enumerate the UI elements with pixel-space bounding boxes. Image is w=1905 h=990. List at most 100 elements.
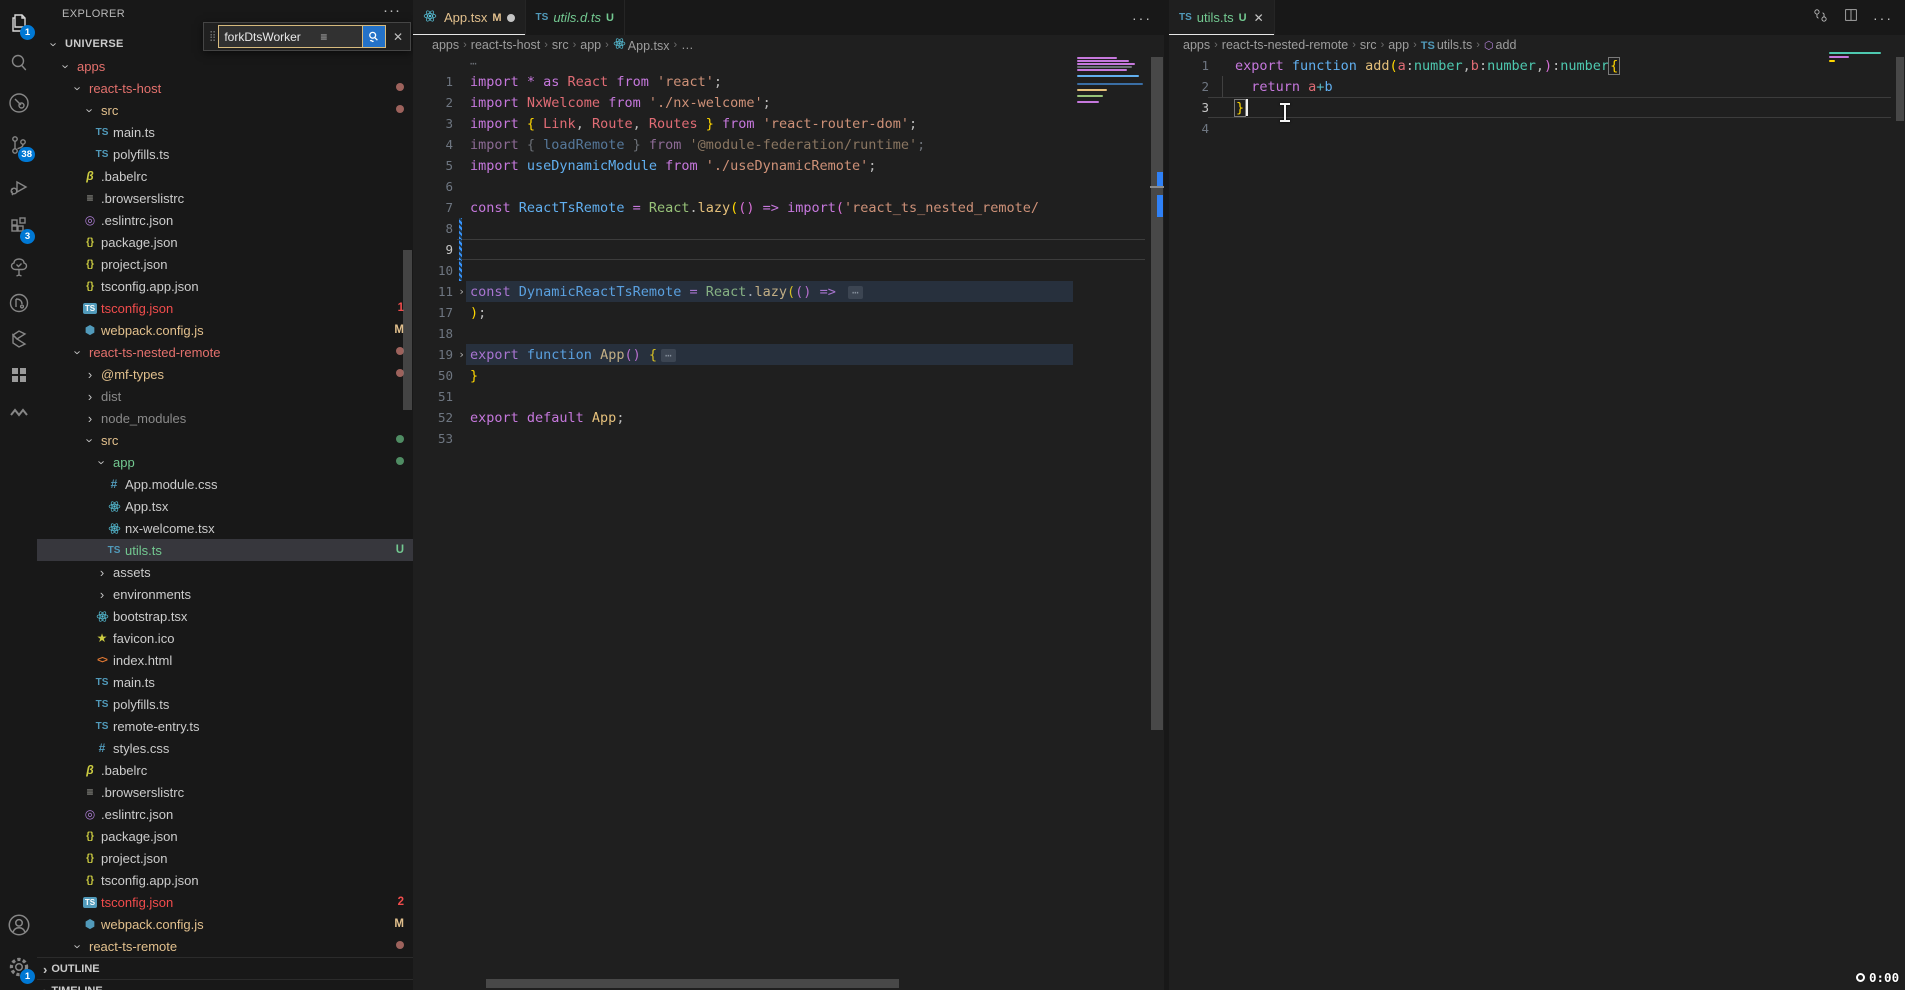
wave-logo-icon[interactable]	[0, 394, 37, 432]
code-editor-left[interactable]: ⋯1import * as React from 'react';2import…	[413, 55, 1164, 449]
tree-item-tsconfig.app.json[interactable]: {}tsconfig.app.json	[37, 275, 413, 297]
code-line-7[interactable]: 7const ReactTsRemote = React.lazy(() => …	[413, 197, 1164, 218]
code-line-10[interactable]: 10	[413, 260, 1164, 281]
fuzzy-search-button[interactable]	[363, 25, 386, 48]
tree-item-package.json[interactable]: {}package.json	[37, 825, 413, 847]
breadcrumb-item-apps[interactable]: apps	[1183, 38, 1210, 52]
tree-item-utils.ts[interactable]: TSutils.tsU	[37, 539, 413, 561]
breadcrumb-item-apps[interactable]: apps	[432, 38, 459, 52]
drag-handle-icon[interactable]: ⣿	[209, 31, 216, 42]
tree-item-favicon.ico[interactable]: ★favicon.ico	[37, 627, 413, 649]
breadcrumb-item-react-ts-host[interactable]: react-ts-host	[471, 38, 540, 52]
breadcrumb-item-src[interactable]: src	[1360, 38, 1377, 52]
vscrollbar-right[interactable]	[1895, 35, 1905, 990]
code-line-2[interactable]: 2import NxWelcome from './nx-welcome';	[413, 92, 1164, 113]
timeline-section[interactable]: › TIMELINE	[37, 979, 413, 990]
tree-item-tsconfig.json[interactable]: TStsconfig.json2	[37, 891, 413, 913]
minimap-right[interactable]	[1827, 52, 1891, 68]
breadcrumb-item-src[interactable]: src	[552, 38, 569, 52]
tree-item-.eslintrc.json[interactable]: ◎.eslintrc.json	[37, 209, 413, 231]
code-line-52[interactable]: 52export default App;	[413, 407, 1164, 428]
editor-actions-more-icon[interactable]: ···	[1132, 10, 1152, 26]
sidebar-scrollbar[interactable]	[403, 250, 412, 410]
code-line-17[interactable]: 17);	[413, 302, 1164, 323]
tree-item-webpack.config.js[interactable]: ⬢webpack.config.jsM	[37, 913, 413, 935]
tree-item-project.json[interactable]: {}project.json	[37, 847, 413, 869]
tree-item-App.tsx[interactable]: App.tsx	[37, 495, 413, 517]
tree-item-src[interactable]: ›src	[37, 99, 413, 121]
breadcrumb-item-app[interactable]: app	[1388, 38, 1409, 52]
breadcrumb-item-utils.ts[interactable]: TSutils.ts	[1421, 38, 1473, 52]
breadcrumb-item-add[interactable]: ⬡add	[1484, 38, 1516, 52]
nx-console-icon[interactable]	[0, 284, 37, 322]
open-changes-icon[interactable]	[1812, 7, 1829, 29]
tree-item-tsconfig.app.json[interactable]: {}tsconfig.app.json	[37, 869, 413, 891]
code-line-9[interactable]: 9	[413, 239, 1164, 260]
tree-item-react-ts-remote[interactable]: ›react-ts-remote	[37, 935, 413, 957]
tree-item-remote-entry.ts[interactable]: TSremote-entry.ts	[37, 715, 413, 737]
explorer-icon[interactable]: 1	[0, 4, 37, 42]
tab-close-icon[interactable]: ✕	[1254, 11, 1264, 25]
breadcrumb-item-app[interactable]: app	[580, 38, 601, 52]
tree-item-environments[interactable]: ›environments	[37, 583, 413, 605]
tab-utils-ts[interactable]: TS utils.ts U ✕	[1169, 0, 1275, 35]
code-line-53[interactable]: 53	[413, 428, 1164, 449]
tree-item-apps[interactable]: ›apps	[37, 55, 413, 77]
ribbon-logo-icon[interactable]	[0, 320, 37, 358]
vscrollbar-left[interactable]	[1150, 35, 1164, 990]
tree-item-styles.css[interactable]: #styles.css	[37, 737, 413, 759]
editor-actions-more-icon[interactable]: ···	[1873, 10, 1893, 26]
tree-item-main.ts[interactable]: TSmain.ts	[37, 671, 413, 693]
dirty-dot-icon[interactable]	[507, 14, 515, 22]
extensions-icon[interactable]: 3	[0, 208, 37, 246]
remote-tunnel-icon[interactable]	[0, 84, 37, 122]
tree-item-App.module.css[interactable]: #App.module.css	[37, 473, 413, 495]
code-line-2[interactable]: 2 return a+b	[1169, 76, 1905, 97]
source-control-icon[interactable]: 38	[0, 126, 37, 164]
accounts-icon[interactable]	[0, 906, 37, 944]
code-line-50[interactable]: 50}	[413, 365, 1164, 386]
tree-item-react-ts-host[interactable]: ›react-ts-host	[37, 77, 413, 99]
split-editor-icon[interactable]	[1843, 7, 1859, 28]
code-line-51[interactable]: 51	[413, 386, 1164, 407]
code-line-11[interactable]: 11›const DynamicReactTsRemote = React.la…	[413, 281, 1164, 302]
tree-item-package.json[interactable]: {}package.json	[37, 231, 413, 253]
code-line-3[interactable]: 3import { Link, Route, Routes } from 're…	[413, 113, 1164, 134]
tree-item-@mf-types[interactable]: ›@mf-types	[37, 363, 413, 385]
tree-item-.babelrc[interactable]: β.babelrc	[37, 759, 413, 781]
tree-find-input[interactable]	[222, 29, 318, 45]
breadcrumb-item-App.tsx[interactable]: App.tsx	[613, 37, 670, 53]
code-line-8[interactable]: 8	[413, 218, 1164, 239]
code-line-1[interactable]: 1export function add(a:number,b:number,)…	[1169, 55, 1905, 76]
tree-item-.babelrc[interactable]: β.babelrc	[37, 165, 413, 187]
outline-section[interactable]: › OUTLINE	[37, 957, 413, 980]
tab-utils-d-ts[interactable]: TS utils.d.ts U	[526, 0, 625, 35]
tree-item-nx-welcome.tsx[interactable]: nx-welcome.tsx	[37, 517, 413, 539]
tree-item-.eslintrc.json[interactable]: ◎.eslintrc.json	[37, 803, 413, 825]
tree-item-project.json[interactable]: {}project.json	[37, 253, 413, 275]
code-line-19[interactable]: 19›export function App() {⋯	[413, 344, 1164, 365]
filter-icon[interactable]: ≡	[320, 30, 327, 44]
grid-icon[interactable]	[0, 356, 37, 394]
tree-item-index.html[interactable]: <>index.html	[37, 649, 413, 671]
tree-item-src[interactable]: ›src	[37, 429, 413, 451]
code-line-4[interactable]: 4import { loadRemote } from '@module-fed…	[413, 134, 1164, 155]
code-line-1[interactable]: 1import * as React from 'react';	[413, 71, 1164, 92]
minimap-left[interactable]	[1075, 57, 1150, 117]
tree-item-tsconfig.json[interactable]: TStsconfig.json1	[37, 297, 413, 319]
tree-item-bootstrap.tsx[interactable]: bootstrap.tsx	[37, 605, 413, 627]
testing-icon[interactable]	[0, 248, 37, 286]
tree-item-dist[interactable]: ›dist	[37, 385, 413, 407]
code-editor-right[interactable]: 1export function add(a:number,b:number,)…	[1169, 55, 1905, 139]
tree-item-app[interactable]: ›app	[37, 451, 413, 473]
tree-item-webpack.config.js[interactable]: ⬢webpack.config.jsM	[37, 319, 413, 341]
breadcrumb-item-react-ts-nested-remote[interactable]: react-ts-nested-remote	[1222, 38, 1348, 52]
tree-item-node_modules[interactable]: ›node_modules	[37, 407, 413, 429]
tree-item-assets[interactable]: ›assets	[37, 561, 413, 583]
tab-app-tsx[interactable]: App.tsx M	[413, 0, 526, 35]
search-icon[interactable]	[0, 44, 37, 82]
run-debug-icon[interactable]	[0, 168, 37, 206]
tree-item-react-ts-nested-remote[interactable]: ›react-ts-nested-remote	[37, 341, 413, 363]
settings-gear-icon[interactable]: 1	[0, 948, 37, 986]
code-line-6[interactable]: 6	[413, 176, 1164, 197]
